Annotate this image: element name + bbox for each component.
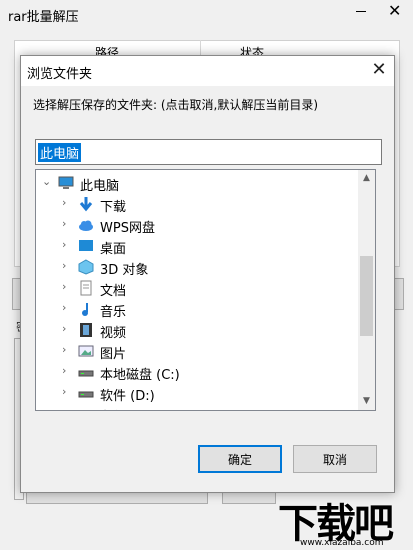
dialog-title: 浏览文件夹 bbox=[27, 67, 93, 82]
chevron-right-icon[interactable]: › bbox=[62, 196, 66, 209]
cube-icon bbox=[78, 259, 94, 275]
tree-scrollbar[interactable]: ▲ ▼ bbox=[358, 170, 375, 410]
drive-icon bbox=[78, 406, 94, 410]
tree-item-label: 本地磁盘 (C:) bbox=[100, 368, 180, 383]
tree-item-label: 此电脑 bbox=[80, 179, 120, 194]
chevron-right-icon[interactable]: › bbox=[62, 385, 66, 398]
cloud-icon bbox=[78, 217, 94, 233]
watermark-logo: 下载吧 www.xiazaiba.com bbox=[276, 491, 413, 550]
desktop-icon bbox=[78, 238, 94, 254]
tree-item[interactable]: › 备份 (E:) bbox=[36, 404, 358, 410]
folder-tree[interactable]: ⌄ 此电脑 › 下载 › WPS网盘 › 桌面 › 3D 对象 › 文档 › 音乐 › 视频 › 图片 › 本地磁盘 … bbox=[35, 169, 376, 411]
chevron-right-icon[interactable]: › bbox=[62, 280, 66, 293]
chevron-down-icon[interactable]: ⌄ bbox=[42, 175, 51, 188]
chevron-right-icon[interactable]: › bbox=[62, 259, 66, 272]
tree-item-label: WPS网盘 bbox=[100, 221, 155, 236]
app-close-icon[interactable]: ✕ bbox=[388, 1, 401, 20]
tree-item[interactable]: › 文档 bbox=[36, 278, 358, 299]
scroll-down-icon[interactable]: ▼ bbox=[358, 393, 375, 410]
tree-item-label: 音乐 bbox=[100, 305, 127, 320]
tree-item-label: 图片 bbox=[100, 347, 127, 362]
tree-item[interactable]: › WPS网盘 bbox=[36, 215, 358, 236]
dialog-titlebar: 浏览文件夹 ✕ bbox=[21, 56, 394, 86]
tree-item-label: 视频 bbox=[100, 326, 127, 341]
tree-item[interactable]: › 图片 bbox=[36, 341, 358, 362]
ok-button[interactable]: 确定 bbox=[198, 445, 282, 473]
chevron-right-icon[interactable]: › bbox=[62, 343, 66, 356]
tree-item-label: 备份 (E:) bbox=[100, 406, 153, 410]
scroll-thumb[interactable] bbox=[360, 256, 373, 336]
tree-item[interactable]: › 本地磁盘 (C:) bbox=[36, 362, 358, 383]
tree-item-label: 下载 bbox=[100, 200, 127, 215]
tree-item-label: 软件 (D:) bbox=[100, 389, 155, 404]
app-title: rar批量解压 bbox=[8, 10, 79, 25]
download-icon bbox=[78, 196, 94, 212]
cancel-button[interactable]: 取消 bbox=[293, 445, 377, 473]
chevron-right-icon[interactable]: › bbox=[62, 217, 66, 230]
drive-icon bbox=[78, 364, 94, 380]
browse-folder-dialog: 浏览文件夹 ✕ 选择解压保存的文件夹: (点击取消,默认解压当前目录) 此电脑 … bbox=[20, 55, 395, 493]
tree-item[interactable]: › 下载 bbox=[36, 194, 358, 215]
tree-item[interactable]: › 桌面 bbox=[36, 236, 358, 257]
selected-folder-field[interactable]: 此电脑 bbox=[35, 139, 382, 165]
chevron-right-icon[interactable]: › bbox=[62, 364, 66, 377]
chevron-right-icon[interactable]: › bbox=[62, 322, 66, 335]
chevron-right-icon[interactable]: › bbox=[62, 301, 66, 314]
tree-item[interactable]: › 软件 (D:) bbox=[36, 383, 358, 404]
document-icon bbox=[78, 280, 94, 296]
tree-item[interactable]: ⌄ 此电脑 bbox=[36, 173, 358, 194]
selected-folder-text: 此电脑 bbox=[38, 143, 82, 162]
tree-item-label: 3D 对象 bbox=[100, 263, 149, 278]
drive-icon bbox=[78, 385, 94, 401]
minimize-icon[interactable] bbox=[356, 11, 366, 12]
tree-item[interactable]: › 视频 bbox=[36, 320, 358, 341]
tree-item[interactable]: › 音乐 bbox=[36, 299, 358, 320]
music-icon bbox=[78, 301, 94, 317]
computer-icon bbox=[58, 175, 74, 191]
video-icon bbox=[78, 322, 94, 338]
chevron-right-icon[interactable]: › bbox=[62, 406, 66, 410]
watermark-url: www.xiazaiba.com bbox=[300, 538, 384, 548]
picture-icon bbox=[78, 343, 94, 359]
tree-item-label: 文档 bbox=[100, 284, 127, 299]
tree-item-label: 桌面 bbox=[100, 242, 127, 257]
dialog-description: 选择解压保存的文件夹: (点击取消,默认解压当前目录) bbox=[33, 98, 319, 112]
close-icon[interactable]: ✕ bbox=[367, 58, 391, 82]
tree-item[interactable]: › 3D 对象 bbox=[36, 257, 358, 278]
scroll-up-icon[interactable]: ▲ bbox=[358, 170, 375, 187]
chevron-right-icon[interactable]: › bbox=[62, 238, 66, 251]
